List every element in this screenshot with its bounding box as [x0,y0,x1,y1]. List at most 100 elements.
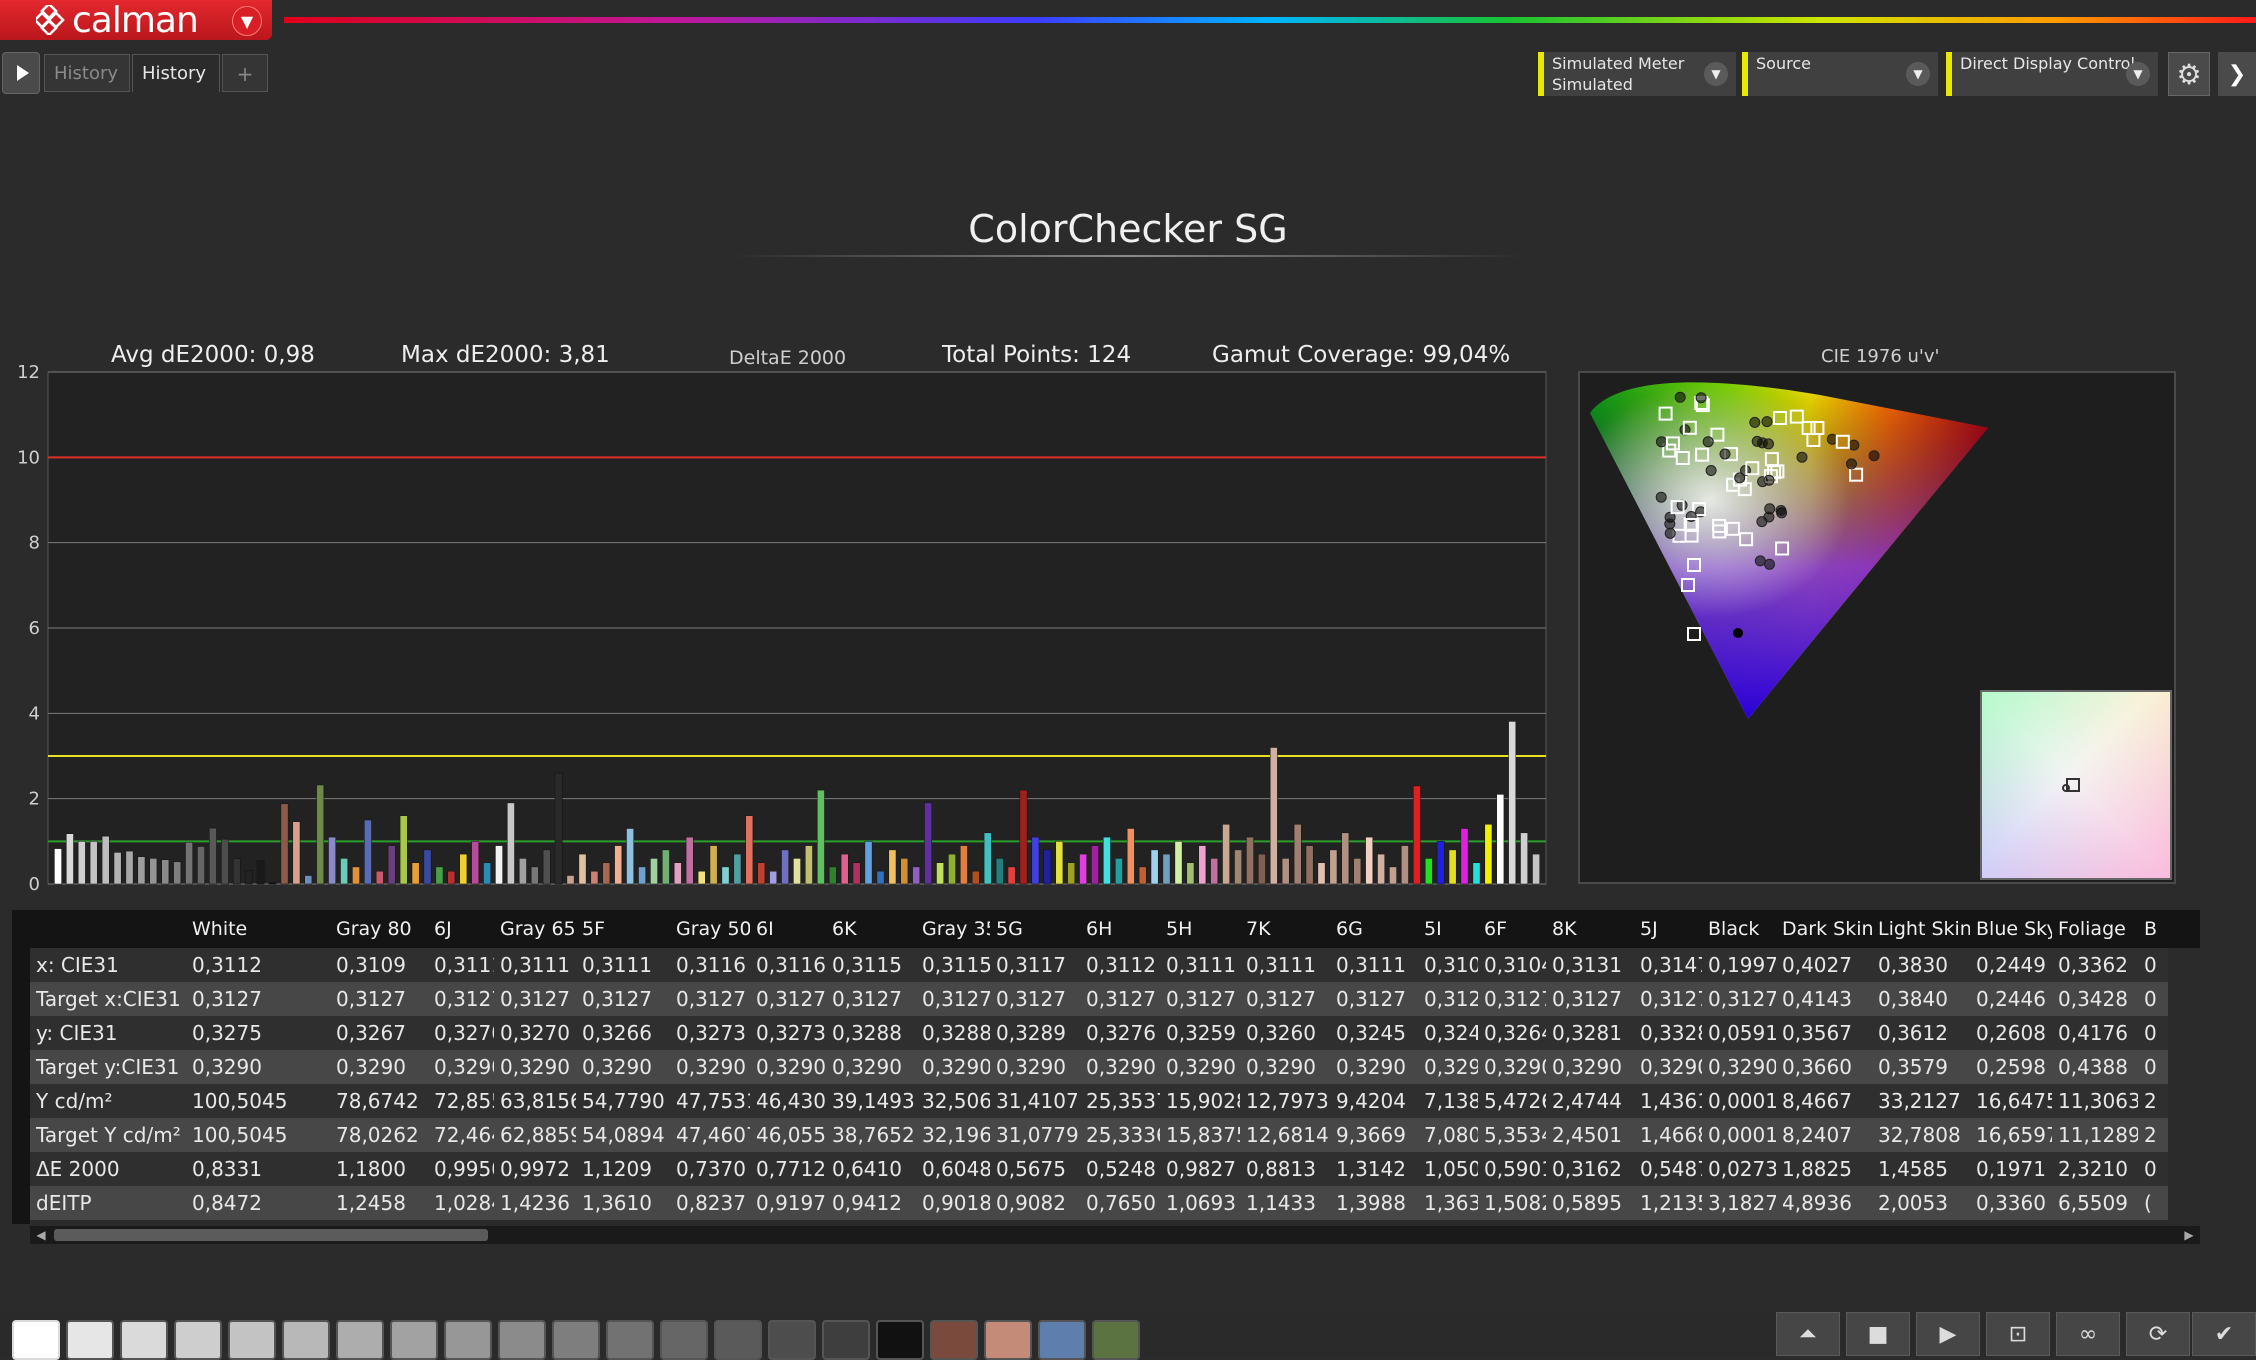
color-swatch[interactable] [876,1320,924,1360]
source-selector[interactable]: Source ▼ [1742,52,1938,96]
delta-e-bar [602,862,611,885]
column-header[interactable]: 5G [990,910,1080,948]
color-swatch[interactable] [174,1320,222,1360]
table-cell: 0,3267 [330,1016,428,1050]
table-cell: 9,4204 [1330,1084,1418,1118]
scroll-right-icon[interactable]: ▶ [2180,1226,2198,1244]
column-header[interactable]: 6F [1478,910,1546,948]
scroll-left-icon[interactable]: ◀ [32,1226,50,1244]
table-cell: 0,3290 [494,1050,576,1084]
color-swatch[interactable] [12,1320,60,1360]
table-cell: 0,4176 [2052,1016,2138,1050]
column-header[interactable]: Gray 35 [916,910,990,948]
meter-selector[interactable]: Simulated Meter Simulated ▼ [1538,52,1736,96]
delta-e-bar [316,784,325,885]
color-swatch[interactable] [336,1320,384,1360]
column-header[interactable]: 8K [1546,910,1634,948]
table-cell: 0,2449 [1970,948,2052,982]
table-cell: 0,0001 [1702,1118,1776,1152]
table-cell: 0,3116 [670,948,750,982]
tab-history-1[interactable]: History 1 [44,54,130,122]
column-header[interactable]: Gray 65 [494,910,576,948]
color-swatch[interactable] [120,1320,168,1360]
up-arrow-icon[interactable]: ⏶ [1776,1312,1840,1356]
play-icon[interactable]: ▶ [1916,1312,1980,1356]
delta-e-bar [1424,858,1433,885]
chevron-down-icon[interactable]: ▼ [1704,62,1728,86]
delta-e-bar [113,852,122,885]
column-header[interactable]: Black [1702,910,1776,948]
column-header[interactable]: 6K [826,910,916,948]
color-swatch[interactable] [930,1320,978,1360]
row-label: x: CIE31 [30,948,186,982]
color-swatch[interactable] [714,1320,762,1360]
refresh-icon[interactable]: ⟳ [2126,1312,2190,1356]
column-header[interactable]: Gray 80 [330,910,428,948]
column-header[interactable]: White [186,910,330,948]
measured-point [1775,505,1787,516]
column-header[interactable]: 6G [1330,910,1418,948]
delta-e-bar [1341,832,1350,885]
color-swatch[interactable] [552,1320,600,1360]
table-cell: 54,0894 [576,1118,670,1152]
delta-e-bar [352,866,360,885]
color-swatch[interactable] [768,1320,816,1360]
chevron-down-icon[interactable]: ▼ [2126,62,2150,86]
delta-e-bar [793,858,801,885]
color-swatch[interactable] [822,1320,870,1360]
column-header[interactable]: B [2138,910,2168,948]
frame-icon[interactable]: ⊡ [1986,1312,2050,1356]
chevron-right-icon[interactable]: ❯ [2218,52,2256,96]
table-cell: 0,3266 [576,1016,670,1050]
column-header[interactable]: 5H [1160,910,1240,948]
column-header[interactable]: 5J [1634,910,1702,948]
color-swatch[interactable] [228,1320,276,1360]
color-swatch[interactable] [1038,1320,1086,1360]
color-swatch[interactable] [66,1320,114,1360]
table-cell: 1,3636 [1418,1186,1478,1220]
column-header[interactable]: 5F [576,910,670,948]
chevron-down-icon[interactable]: ▼ [1906,62,1930,86]
add-tab-button[interactable]: + [222,54,268,92]
infinity-icon[interactable]: ∞ [2056,1312,2120,1356]
check-icon[interactable]: ✔ [2192,1312,2256,1356]
column-header[interactable]: Foliage [2052,910,2138,948]
color-swatch[interactable] [660,1320,708,1360]
color-swatch[interactable] [282,1320,330,1360]
y-tick-label: 8 [29,533,40,554]
display-control-selector[interactable]: Direct Display Control ▼ [1946,52,2158,96]
column-header[interactable]: Light Skin [1872,910,1970,948]
delta-e-bar [1281,858,1290,885]
gear-icon[interactable]: ⚙ [2168,52,2210,96]
table-cell: 6,5509 [2052,1186,2138,1220]
table-cell: 1,0284 [428,1186,494,1220]
horizontal-scrollbar[interactable]: ◀ ▶ [30,1226,2200,1244]
column-header[interactable]: 6J [428,910,494,948]
color-swatch[interactable] [498,1320,546,1360]
calman-logo[interactable]: calman ▼ [0,0,272,41]
column-header[interactable]: 7K [1240,910,1330,948]
table-cell: 2 [2138,1118,2168,1152]
tab-history-2[interactable]: History 2 [132,54,220,122]
table-cell: 0,3290 [1478,1050,1546,1084]
column-header[interactable]: Blue Sky [1970,910,2052,948]
color-swatch[interactable] [606,1320,654,1360]
app-menu-chevron-down-icon[interactable]: ▼ [232,6,262,36]
column-header[interactable]: 6H [1080,910,1160,948]
column-header[interactable]: 5I [1418,910,1478,948]
table-cell: 0,3127 [1240,982,1330,1016]
stop-icon[interactable]: ■ [1846,1312,1910,1356]
table-cell: 0,3290 [1546,1050,1634,1084]
measured-point [1761,416,1773,428]
column-header[interactable]: Dark Skin [1776,910,1872,948]
scroll-thumb[interactable] [54,1229,488,1241]
color-swatch[interactable] [1092,1320,1140,1360]
play-icon[interactable] [2,52,40,94]
color-swatch[interactable] [984,1320,1032,1360]
column-header[interactable]: 6I [750,910,826,948]
delta-e-bar [1472,862,1481,885]
color-swatch[interactable] [390,1320,438,1360]
column-header[interactable]: Gray 50 [670,910,750,948]
color-swatch[interactable] [444,1320,492,1360]
delta-e-bar [101,835,110,885]
